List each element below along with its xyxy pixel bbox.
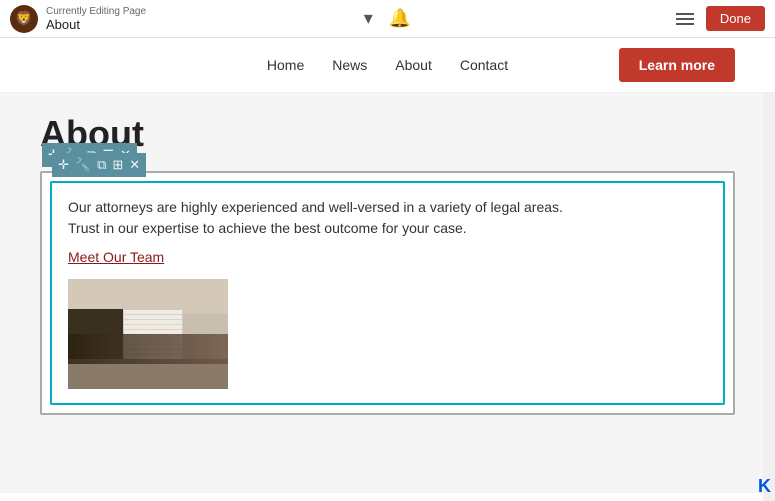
bell-icon[interactable]: 🔔 <box>389 8 411 29</box>
wix-logo: K <box>758 476 771 497</box>
site-logo: 🦁 <box>10 5 38 33</box>
inner-copy-icon[interactable]: ⧉ <box>97 157 106 173</box>
top-bar-center-controls: ▾ 🔔 <box>364 8 411 29</box>
editing-label: Currently Editing Page <box>46 6 146 17</box>
menu-lines-icon[interactable] <box>676 13 694 25</box>
scrollbar[interactable] <box>763 38 775 501</box>
meet-team-link[interactable]: Meet Our Team <box>68 249 707 265</box>
dropdown-icon[interactable]: ▾ <box>364 8 373 29</box>
nav-about[interactable]: About <box>395 57 432 73</box>
nav-news[interactable]: News <box>332 57 367 73</box>
inner-close-icon[interactable]: ✕ <box>129 157 140 173</box>
nav-links: Home News About Contact <box>267 57 508 73</box>
inner-widget-toolbar: ✛ 🔧 ⧉ ⊞ ✕ <box>52 153 146 177</box>
inner-layout-icon[interactable]: ⊞ <box>112 157 123 173</box>
done-button[interactable]: Done <box>706 6 765 31</box>
outer-widget: ✛ 🔧 ⧉ ☰ ✕ ✛ 🔧 ⧉ ⊞ ✕ Our attorneys are hi… <box>40 171 735 415</box>
nav-bar: Home News About Contact Learn more <box>0 38 775 93</box>
editing-info: Currently Editing Page About <box>46 6 146 32</box>
top-bar-right: Done <box>676 6 765 31</box>
main-content: About ✛ 🔧 ⧉ ☰ ✕ ✛ 🔧 ⧉ ⊞ ✕ Our attorneys … <box>0 93 775 493</box>
learn-more-button[interactable]: Learn more <box>619 48 735 82</box>
content-paragraph: Our attorneys are highly experienced and… <box>68 197 707 239</box>
inner-move-icon[interactable]: ✛ <box>58 157 69 173</box>
nav-home[interactable]: Home <box>267 57 304 73</box>
page-name: About <box>46 17 146 32</box>
page-title: About <box>40 113 735 155</box>
top-bar: 🦁 Currently Editing Page About ▾ 🔔 Done <box>0 0 775 38</box>
inner-edit-icon[interactable]: 🔧 <box>75 157 91 173</box>
nav-contact[interactable]: Contact <box>460 57 508 73</box>
office-image <box>68 279 228 389</box>
inner-widget: ✛ 🔧 ⧉ ⊞ ✕ Our attorneys are highly exper… <box>50 181 725 405</box>
